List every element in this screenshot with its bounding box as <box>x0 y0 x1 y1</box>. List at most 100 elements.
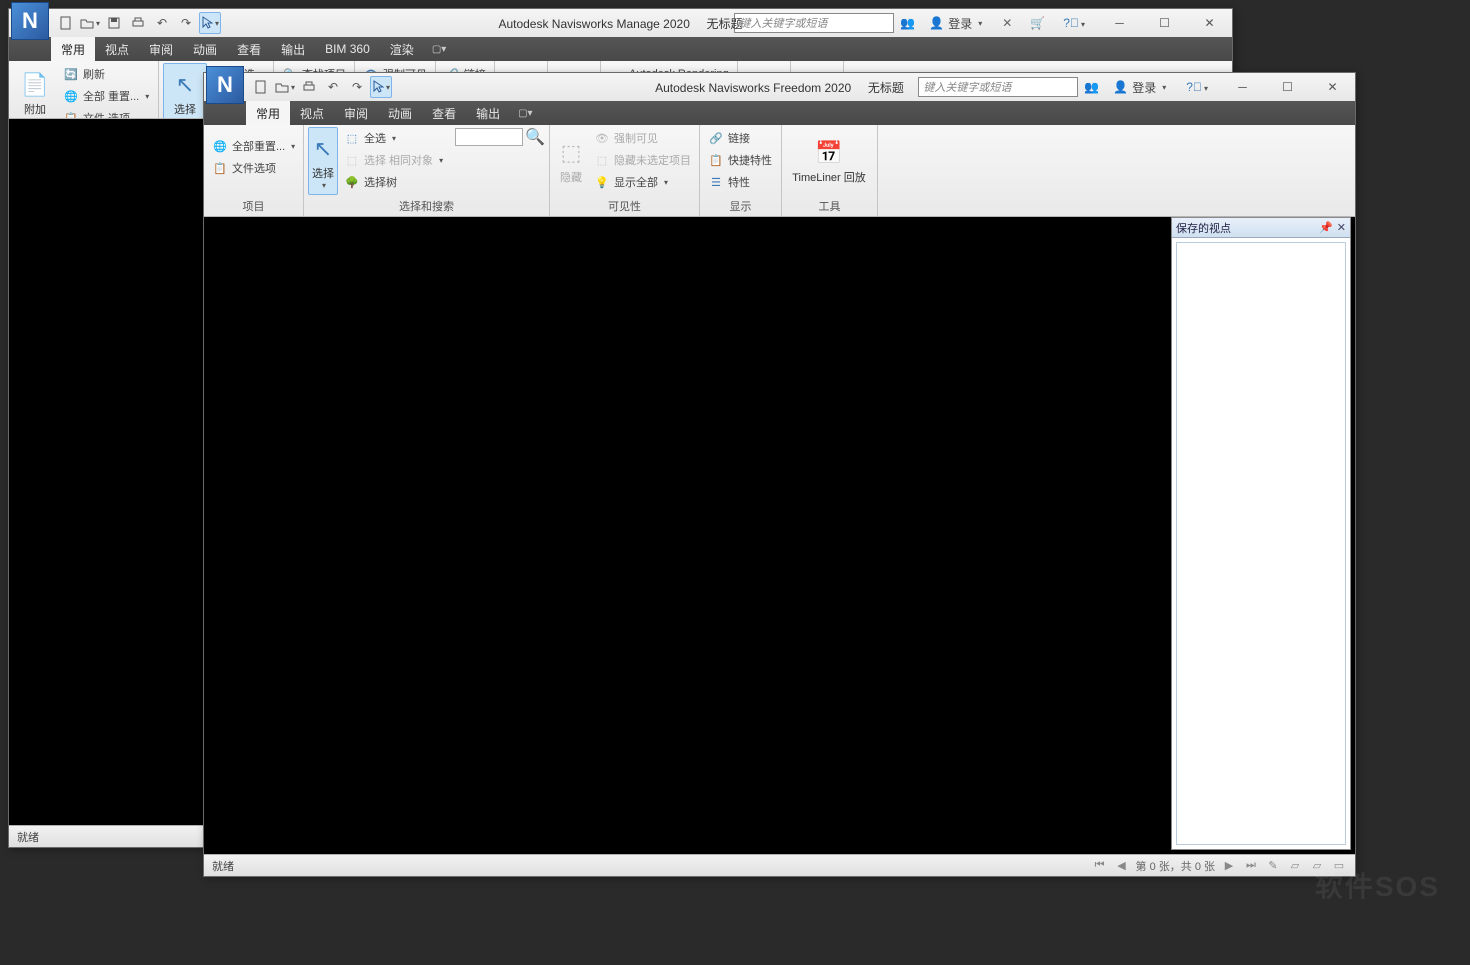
tab-output[interactable]: 输出 <box>466 101 510 125</box>
statusbar-front: 就绪 ⏮ ◀ 第 0 张，共 0 张 ▶ ⏭ ✎ ▱ ▱ ▭ <box>204 854 1355 876</box>
ribbon-front: 🌐全部重置...▾ 📋文件选项 项目 ↖选择▾ ⬚全选▾ ⬚选择 相同对象▾ 🌳… <box>204 125 1355 217</box>
tab-viewpoint[interactable]: 视点 <box>290 101 334 125</box>
saved-viewpoints-panel: 保存的视点 📌 ✕ <box>1171 217 1351 850</box>
doc-title: 无标题 <box>868 81 904 95</box>
dock-title: 保存的视点 <box>1176 220 1231 236</box>
hide-unselected-button: ⬚隐藏未选定项目 <box>590 149 695 171</box>
panel-title-project: 项目 <box>208 196 299 216</box>
login-button[interactable]: 👤登录▾ <box>1105 79 1174 96</box>
close-button[interactable]: ✕ <box>1310 75 1355 99</box>
print-icon[interactable] <box>298 76 320 98</box>
navisworks-freedom-window: N ▾ ↶ ↷ ▾ Autodesk Navisworks Freedom 20… <box>203 72 1356 877</box>
tab-review[interactable]: 审阅 <box>139 37 183 61</box>
ribbon-tabs-back: 常用 视点 审阅 动画 查看 输出 BIM 360 渲染 ▢▾ <box>9 37 1232 61</box>
minimize-button[interactable]: ─ <box>1097 11 1142 35</box>
viewport-front[interactable]: ◎ ✋ ● ⊕ 👣 ↖ 保存的视点 📌✕ <box>204 217 1355 854</box>
search-input[interactable]: 键入关键字或短语 <box>734 13 894 33</box>
tab-extras[interactable]: ▢▾ <box>518 101 532 125</box>
dock-header[interactable]: 保存的视点 📌 ✕ <box>1172 218 1350 238</box>
panel-title-visibility: 可见性 <box>554 196 695 216</box>
tab-home[interactable]: 常用 <box>51 37 95 61</box>
sb-last-icon[interactable]: ⏭ <box>1243 859 1259 873</box>
reset-all-button[interactable]: 🌐全部重置...▾ <box>208 135 299 157</box>
selection-tree-button[interactable]: 🌳选择树 <box>340 171 447 193</box>
infocenter-icon[interactable]: 👥 <box>900 16 915 30</box>
tab-animation[interactable]: 动画 <box>183 37 227 61</box>
tab-view[interactable]: 查看 <box>227 37 271 61</box>
minimize-button[interactable]: ─ <box>1220 75 1265 99</box>
show-all-button[interactable]: 💡显示全部▾ <box>590 171 695 193</box>
app-title: Autodesk Navisworks Freedom 2020 <box>655 81 851 95</box>
tab-extras[interactable]: ▢▾ <box>432 37 446 61</box>
titlebar-back: N ▾ ↶ ↷ ▾ Autodesk Navisworks Manage 202… <box>9 9 1232 37</box>
tab-bim360[interactable]: BIM 360 <box>315 37 380 61</box>
status-text: 就绪 <box>17 829 39 845</box>
timeliner-button[interactable]: 📅TimeLiner 回放 <box>786 127 872 195</box>
tab-animation[interactable]: 动画 <box>378 101 422 125</box>
redo-icon[interactable]: ↷ <box>346 76 368 98</box>
print-icon[interactable] <box>127 12 149 34</box>
app-icon[interactable]: N <box>11 2 49 40</box>
doc-title: 无标题 <box>707 17 743 31</box>
props-button[interactable]: ☰特性 <box>704 171 776 193</box>
close-panel-icon[interactable]: ✕ <box>1337 221 1346 234</box>
tab-review[interactable]: 审阅 <box>334 101 378 125</box>
sb-prev-icon[interactable]: ◀ <box>1114 859 1130 873</box>
window-title: Autodesk Navisworks Freedom 2020 无标题 <box>655 79 904 96</box>
maximize-button[interactable]: ☐ <box>1265 75 1310 99</box>
file-options-button[interactable]: 📋文件选项 <box>208 157 299 179</box>
exchange-icon[interactable]: ✕ <box>996 16 1018 30</box>
infocenter-icon[interactable]: 👥 <box>1084 80 1099 94</box>
login-button[interactable]: 👤登录▾ <box>921 15 990 32</box>
sb-pencil-icon[interactable]: ✎ <box>1265 859 1281 873</box>
links-button[interactable]: 🔗链接 <box>704 127 776 149</box>
help-icon[interactable]: ?⃝▾ <box>1180 80 1214 94</box>
append-button[interactable]: 📄附加▾ <box>13 63 57 119</box>
titlebar-front: N ▾ ↶ ↷ ▾ Autodesk Navisworks Freedom 20… <box>204 73 1355 101</box>
select-all-button[interactable]: ⬚全选▾ <box>340 127 447 149</box>
sb-disk1-icon[interactable]: ▱ <box>1287 859 1303 873</box>
refresh-button[interactable]: 🔄刷新 <box>59 63 153 85</box>
quick-access-toolbar: ▾ ↶ ↷ ▾ <box>250 76 392 98</box>
panel-title-select: 选择和搜索 <box>308 196 545 216</box>
select-cursor-icon[interactable]: ▾ <box>370 76 392 98</box>
app-icon[interactable]: N <box>206 66 244 104</box>
tab-home[interactable]: 常用 <box>246 101 290 125</box>
sb-first-icon[interactable]: ⏮ <box>1092 859 1108 873</box>
tab-viewpoint[interactable]: 视点 <box>95 37 139 61</box>
select-button[interactable]: ↖选择▾ <box>308 127 338 195</box>
sb-next-icon[interactable]: ▶ <box>1221 859 1237 873</box>
maximize-button[interactable]: ☐ <box>1142 11 1187 35</box>
reset-all-button[interactable]: 🌐全部 重置...▾ <box>59 85 153 107</box>
tab-render[interactable]: 渲染 <box>380 37 424 61</box>
watermark: 软件SOS <box>1315 865 1440 905</box>
force-visible-button: 👁强制可见 <box>590 127 695 149</box>
select-cursor-icon[interactable]: ▾ <box>199 12 221 34</box>
undo-icon[interactable]: ↶ <box>322 76 344 98</box>
undo-icon[interactable]: ↶ <box>151 12 173 34</box>
new-icon[interactable] <box>250 76 272 98</box>
new-icon[interactable] <box>55 12 77 34</box>
search-input[interactable]: 键入关键字或短语 <box>918 77 1078 97</box>
help-icon[interactable]: ?⃝▾ <box>1057 16 1091 30</box>
tab-output[interactable]: 输出 <box>271 37 315 61</box>
sheet-count: 第 0 张，共 0 张 <box>1136 858 1215 874</box>
select-same-button: ⬚选择 相同对象▾ <box>340 149 447 171</box>
save-icon[interactable] <box>103 12 125 34</box>
tab-view[interactable]: 查看 <box>422 101 466 125</box>
cart-icon[interactable]: 🛒 <box>1024 16 1051 30</box>
open-icon[interactable]: ▾ <box>274 76 296 98</box>
redo-icon[interactable]: ↷ <box>175 12 197 34</box>
pin-icon[interactable]: 📌 <box>1319 221 1333 234</box>
close-button[interactable]: ✕ <box>1187 11 1232 35</box>
panel-title-tools: 工具 <box>786 196 873 216</box>
open-icon[interactable]: ▾ <box>79 12 101 34</box>
select-button[interactable]: ↖选择▾ <box>163 63 207 119</box>
quick-props-button[interactable]: 📋快捷特性 <box>704 149 776 171</box>
app-title: Autodesk Navisworks Manage 2020 <box>498 17 689 31</box>
dock-body[interactable] <box>1176 242 1346 845</box>
file-options-button[interactable]: 📋文件 选项 <box>59 107 153 119</box>
quick-find-input[interactable] <box>455 128 523 146</box>
hide-button[interactable]: ⬚隐藏 <box>554 127 588 195</box>
panel-title-display: 显示 <box>704 196 777 216</box>
